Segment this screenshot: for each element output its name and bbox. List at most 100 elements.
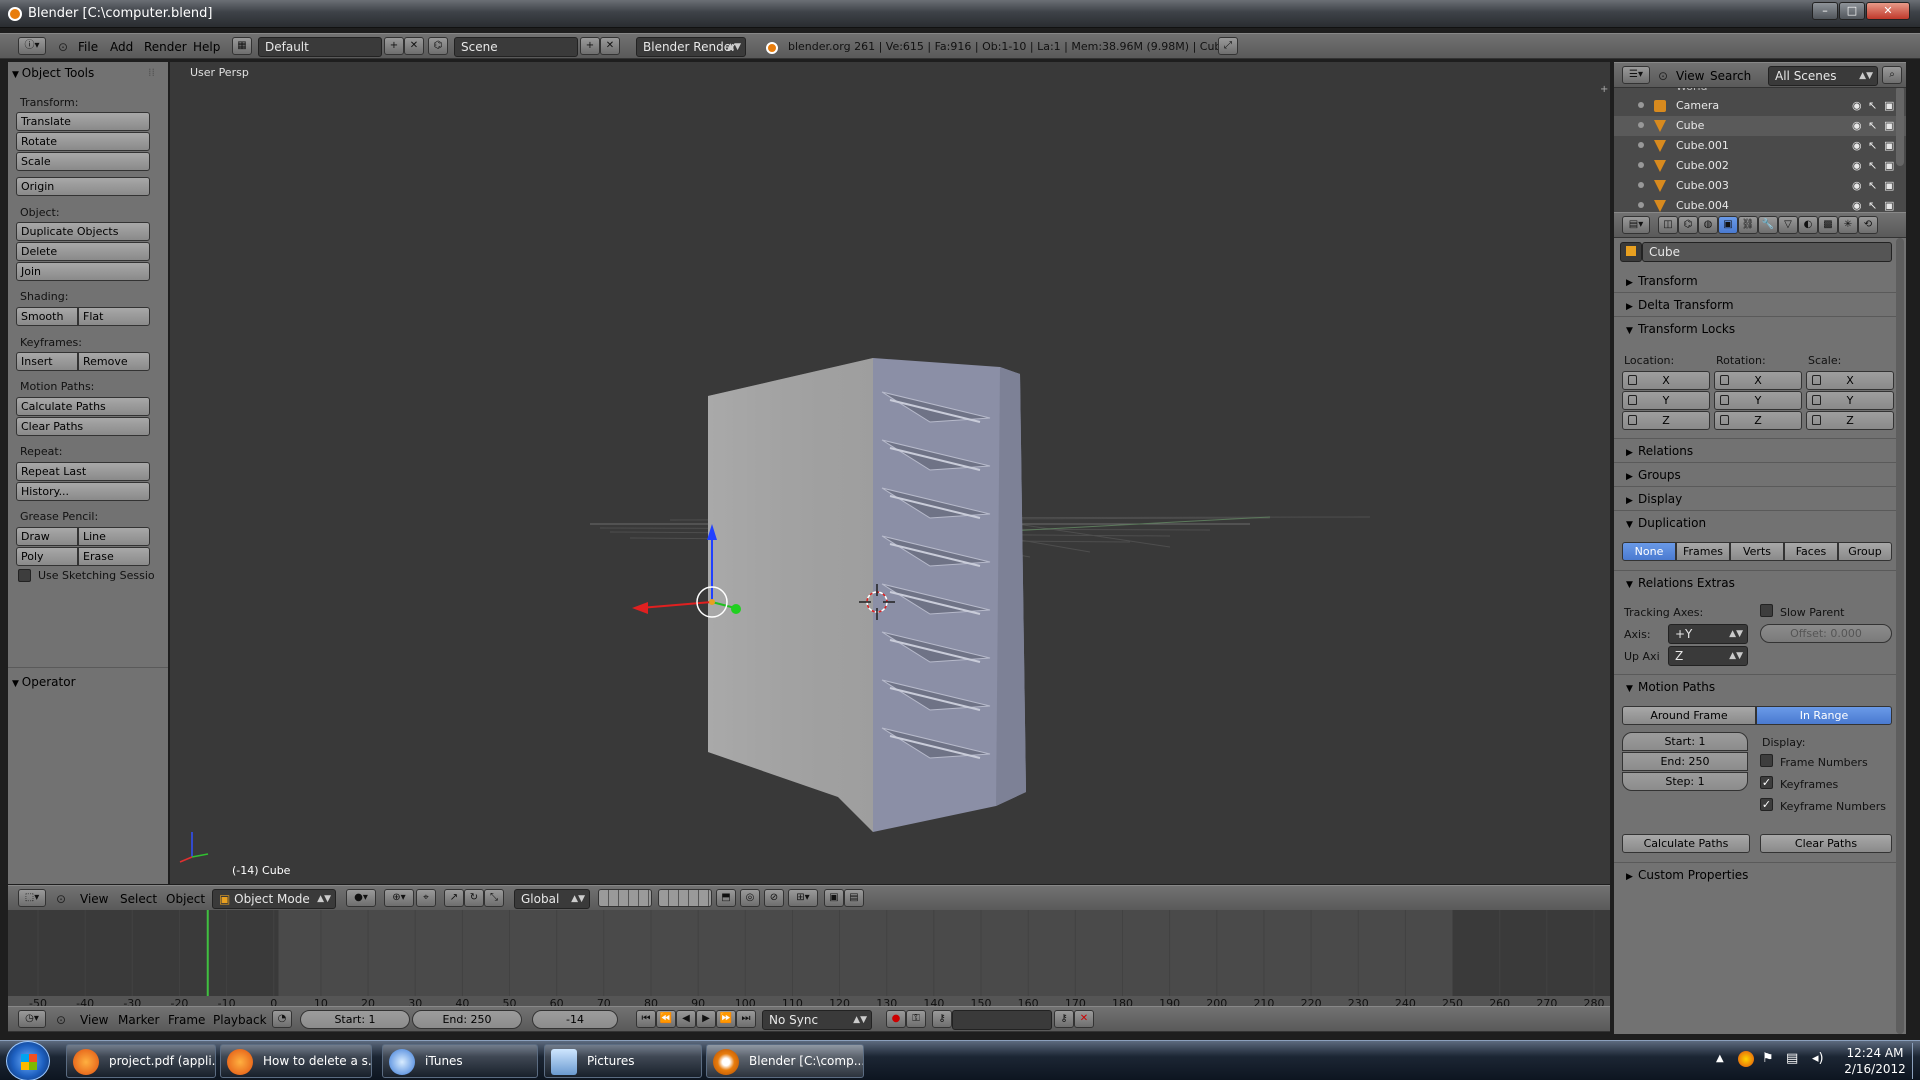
scale-manipulator-button[interactable]: ⤡	[484, 889, 504, 907]
lock-location-y[interactable]: Y	[1622, 391, 1710, 410]
panel-custom-properties-header[interactable]: ▶ Custom Properties	[1626, 868, 1748, 882]
current-frame-field[interactable]: -14	[532, 1010, 618, 1029]
show-hidden-icons-chevron-icon[interactable]: ▲	[1716, 1053, 1724, 1064]
action-center-flag-icon[interactable]: ⚑	[1762, 1051, 1774, 1066]
record-keyframe-icon[interactable]: ●	[886, 1010, 906, 1028]
in-range-button[interactable]: In Range	[1756, 706, 1892, 725]
duplication-none-button[interactable]: None	[1622, 542, 1676, 561]
keying-set-picker-icon[interactable]: ⚷	[932, 1010, 952, 1028]
operator-panel-title[interactable]: ▼ Operator	[12, 675, 76, 689]
renderable-camera-icon[interactable]: ▣	[1884, 119, 1894, 132]
modifiers-tab-icon[interactable]: 🔧	[1758, 216, 1778, 234]
object-tab-icon[interactable]: ▣	[1718, 216, 1738, 234]
scene-field[interactable]: Scene	[454, 37, 578, 57]
close-window-button[interactable]: ✕	[1866, 2, 1910, 20]
menu-view[interactable]: View	[80, 892, 108, 906]
visibility-eye-icon[interactable]: ◉	[1852, 99, 1862, 112]
erase-button[interactable]: Erase	[78, 547, 150, 566]
physics-tab-icon[interactable]: ⟲	[1858, 216, 1878, 234]
render-engine-select[interactable]: Blender Render ▲▼	[636, 37, 746, 57]
panel-transform-locks-header[interactable]: ▼ Transform Locks	[1626, 322, 1735, 336]
lock-location-z[interactable]: Z	[1622, 411, 1710, 430]
sync-mode-select[interactable]: No Sync ▲▼	[762, 1010, 872, 1030]
outliner-row-cube-003[interactable]: Cube.003 ◉ ↖ ▣	[1614, 176, 1906, 196]
panel-relations-header[interactable]: ▶ Relations	[1626, 444, 1693, 458]
visibility-eye-icon[interactable]: ◉	[1852, 179, 1862, 192]
visibility-eye-icon[interactable]: ◉	[1852, 159, 1862, 172]
duplication-group-button[interactable]: Group	[1838, 542, 1892, 561]
outliner-menu-search[interactable]: Search	[1710, 69, 1751, 83]
remove-keyframe-button[interactable]: Remove	[78, 352, 150, 371]
outliner-row-cube-004[interactable]: Cube.004 ◉ ↖ ▣	[1614, 196, 1906, 212]
lock-rotation-y[interactable]: Y	[1714, 391, 1802, 410]
rotate-manipulator-button[interactable]: ↻	[464, 889, 484, 907]
slow-parent-offset-field[interactable]: Offset: 0.000	[1760, 624, 1892, 643]
constraints-tab-icon[interactable]: ⛓	[1738, 216, 1758, 234]
delete-button[interactable]: Delete	[16, 242, 150, 261]
selectable-arrow-icon[interactable]: ↖	[1868, 119, 1877, 132]
particles-tab-icon[interactable]: ✳	[1838, 216, 1858, 234]
lock-layers-icon[interactable]: ⬒	[716, 889, 736, 907]
renderable-camera-icon[interactable]: ▣	[1884, 99, 1894, 112]
menu-file[interactable]: File	[78, 40, 98, 54]
outliner-row-cube-001[interactable]: Cube.001 ◉ ↖ ▣	[1614, 136, 1906, 156]
layer-buttons-group-1[interactable]	[598, 889, 652, 907]
expand-dot-icon[interactable]	[1638, 202, 1644, 208]
scene-icon[interactable]: ⌬	[428, 37, 448, 55]
scale-button[interactable]: Scale	[16, 152, 150, 171]
outliner-row-cube-002[interactable]: Cube.002 ◉ ↖ ▣	[1614, 156, 1906, 176]
timeline-area[interactable]: -50 -40 -30 -20 -10 0 10 20 30 40 50 60 70 80 90 100 110…	[8, 910, 1610, 1010]
play-reverse-icon[interactable]: ◀	[676, 1010, 696, 1028]
visibility-eye-icon[interactable]: ◉	[1852, 199, 1862, 212]
jump-end-icon[interactable]: ⏭	[736, 1010, 756, 1028]
outliner-row-cube[interactable]: Cube ◉ ↖ ▣	[1614, 116, 1906, 136]
clock-date[interactable]: 2/16/2012	[1842, 1062, 1908, 1076]
screen-layout-icon[interactable]: ▦	[232, 37, 252, 55]
editor-type-info-button[interactable]: ⓘ▾	[18, 37, 46, 55]
world-tab-icon[interactable]: ◍	[1698, 216, 1718, 234]
jump-keyframe-back-icon[interactable]: ⏪	[656, 1010, 676, 1028]
clear-paths-button[interactable]: Clear Paths	[16, 417, 150, 436]
maximize-button[interactable]: □	[1839, 2, 1865, 20]
insert-keyframe-button[interactable]: Insert	[16, 352, 78, 371]
clear-paths-button[interactable]: Clear Paths	[1760, 834, 1892, 853]
texture-tab-icon[interactable]: ▩	[1818, 216, 1838, 234]
selectable-arrow-icon[interactable]: ↖	[1868, 99, 1877, 112]
render-tab-icon[interactable]: ◫	[1658, 216, 1678, 234]
tray-app-icon[interactable]	[1738, 1051, 1754, 1067]
editor-type-outliner-button[interactable]: ☰▾	[1622, 66, 1650, 84]
start-frame-field[interactable]: Start: 1	[300, 1010, 410, 1029]
clock-time[interactable]: 12:24 AM	[1842, 1046, 1908, 1060]
volume-icon[interactable]: ◂)	[1812, 1051, 1824, 1066]
manipulator-toggle-button[interactable]: ⌖	[416, 889, 436, 907]
opengl-animation-icon[interactable]: ▤	[844, 889, 864, 907]
timeline-menu-frame[interactable]: Frame	[168, 1013, 205, 1027]
panel-motion-paths-header[interactable]: ▼ Motion Paths	[1626, 680, 1715, 694]
collapse-menu-icon[interactable]: ⊙	[58, 40, 68, 54]
add-screen-button[interactable]: +	[384, 37, 404, 55]
outliner-search-icon[interactable]: ⌕	[1882, 66, 1902, 84]
join-button[interactable]: Join	[16, 262, 150, 281]
collapse-menu-icon[interactable]: ⊙	[56, 1013, 66, 1027]
lock-scale-y[interactable]: Y	[1806, 391, 1894, 410]
duplicate-objects-button[interactable]: Duplicate Objects	[16, 222, 150, 241]
panel-relations-extras-header[interactable]: ▼ Relations Extras	[1626, 576, 1735, 590]
timeline-menu-view[interactable]: View	[80, 1013, 108, 1027]
jump-keyframe-forward-icon[interactable]: ⏩	[716, 1010, 736, 1028]
network-icon[interactable]: ▤	[1786, 1051, 1798, 1066]
minimize-button[interactable]: –	[1812, 2, 1838, 20]
editor-type-3d-button[interactable]: ⬚▾	[18, 889, 46, 907]
renderable-camera-icon[interactable]: ▣	[1884, 179, 1894, 192]
renderable-camera-icon[interactable]: ▣	[1884, 159, 1894, 172]
opengl-render-icon[interactable]: ▣	[824, 889, 844, 907]
object-name-field[interactable]: Cube	[1642, 242, 1892, 262]
data-tab-icon[interactable]: ▽	[1778, 216, 1798, 234]
start-button[interactable]	[6, 1041, 50, 1080]
panel-groups-header[interactable]: ▶ Groups	[1626, 468, 1681, 482]
selectable-arrow-icon[interactable]: ↖	[1868, 179, 1877, 192]
snap-toggle-icon[interactable]: ⊘	[764, 889, 784, 907]
visibility-eye-icon[interactable]: ◉	[1852, 139, 1862, 152]
keying-set-icon[interactable]: ⚿	[906, 1010, 926, 1028]
lock-rotation-x[interactable]: X	[1714, 371, 1802, 390]
menu-add[interactable]: Add	[110, 40, 133, 54]
